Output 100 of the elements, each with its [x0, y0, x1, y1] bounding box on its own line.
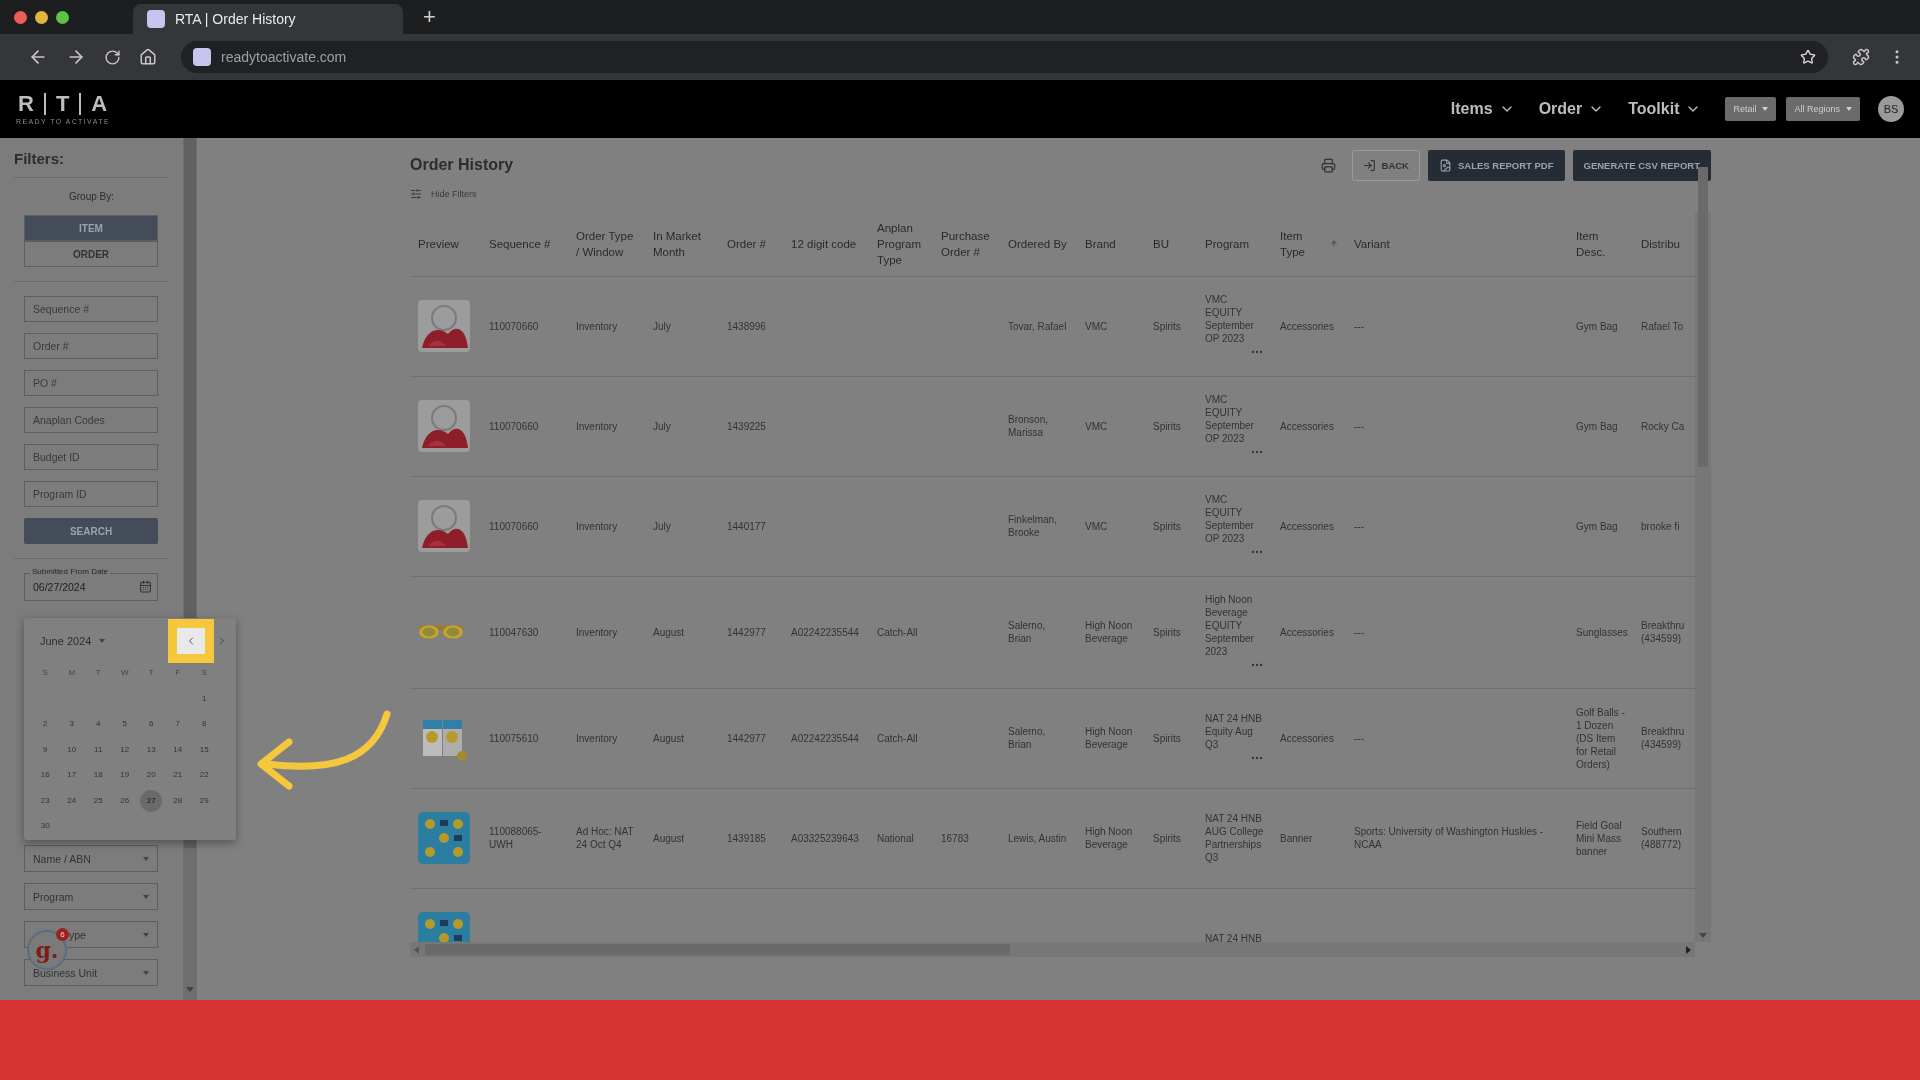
table-cell-text: High Noon Beverage EQUITY September 2023: [1205, 592, 1255, 658]
calendar-day[interactable]: 9: [34, 738, 57, 761]
calendar-day[interactable]: 6: [140, 713, 163, 735]
calendar-day[interactable]: 28: [166, 789, 189, 812]
filter-select[interactable]: Program: [24, 883, 158, 910]
minimize-window-button[interactable]: [35, 10, 48, 24]
filter-select[interactable]: Name / ABN: [24, 845, 158, 872]
table-cell-text: July: [653, 319, 672, 333]
column-header[interactable]: Preview: [410, 212, 481, 276]
action-button[interactable]: SALES REPORT PDF: [1427, 149, 1565, 181]
browser-tab[interactable]: RTA | Order History: [133, 4, 403, 34]
table-cell-text: Tovar, Rafael: [1008, 319, 1068, 333]
arrow-box-icon: [1362, 158, 1376, 172]
filter-field[interactable]: PO #: [24, 370, 158, 396]
calendar-day[interactable]: 5: [113, 713, 136, 735]
calendar-day[interactable]: 22: [193, 764, 216, 786]
maximize-window-button[interactable]: [56, 10, 69, 24]
calendar-day[interactable]: 1: [193, 687, 216, 710]
address-bar[interactable]: readytoactivate.com: [181, 41, 1828, 73]
nav-menu[interactable]: Order: [1538, 100, 1605, 118]
table-cell-text: Spirits: [1153, 319, 1182, 333]
calendar-day[interactable]: 23: [34, 789, 57, 812]
column-header[interactable]: Sequence #: [481, 212, 568, 276]
calendar-icon[interactable]: [139, 580, 152, 593]
date-field[interactable]: 06/27/2024: [24, 573, 158, 601]
table-cell-text: Inventory: [576, 419, 619, 433]
caret-icon[interactable]: [99, 639, 106, 643]
star-icon[interactable]: [1800, 49, 1816, 65]
nav-menu[interactable]: Items: [1450, 100, 1515, 118]
caret-icon: [143, 932, 149, 937]
scrollbar-thumb[interactable]: [1698, 167, 1708, 467]
hide-filters-button[interactable]: Hide Filters: [410, 188, 477, 200]
group-toggle[interactable]: ITEM: [24, 215, 158, 241]
table-cell-text: Breakthru (434599): [1641, 725, 1686, 751]
region-select[interactable]: All Regions: [1786, 97, 1860, 121]
column-header[interactable]: Purchase Order #: [933, 212, 1000, 276]
caret-icon: [1762, 107, 1769, 111]
calendar-day[interactable]: 30: [34, 815, 57, 837]
table-cell-text: Accessories: [1280, 625, 1335, 639]
calendar-day[interactable]: 29: [193, 789, 216, 812]
puzzle-icon[interactable]: [1852, 48, 1870, 66]
table-cell-text: VMC EQUITY September OP 2023: [1205, 293, 1255, 345]
table-cell-text: Rafael To: [1641, 319, 1685, 333]
table-cell-text: 16783: [941, 831, 970, 845]
table-cell-text: ---: [1354, 731, 1365, 745]
table-cell-text: Sports: University of Washington Huskies - NCAA: [1354, 825, 1545, 851]
filter-field[interactable]: Program ID: [24, 481, 158, 507]
region-select[interactable]: Retail: [1725, 97, 1777, 121]
column-header[interactable]: Item Type: [1272, 212, 1346, 276]
filter-field[interactable]: Anaplan Codes: [24, 407, 158, 433]
nav-menu[interactable]: Toolkit: [1628, 100, 1702, 118]
calendar-day[interactable]: 3: [60, 713, 83, 735]
filter-field[interactable]: Sequence #: [24, 296, 158, 322]
table-cell-text: Spirits: [1153, 419, 1182, 433]
calendar-day[interactable]: 16: [34, 764, 57, 786]
reload-icon[interactable]: [104, 48, 121, 66]
filter-field[interactable]: Order #: [24, 333, 158, 359]
column-header[interactable]: In Market Month: [645, 212, 719, 276]
column-header[interactable]: BU: [1145, 212, 1197, 276]
group-toggle[interactable]: ORDER: [24, 241, 158, 267]
calendar-day[interactable]: 10: [60, 738, 83, 761]
calendar-day[interactable]: 15: [193, 738, 216, 761]
calendar-day[interactable]: 18: [87, 764, 110, 786]
table-cell-text: Spirits: [1153, 519, 1182, 533]
column-header[interactable]: 12 digit code: [783, 212, 869, 276]
print-icon[interactable]: [1320, 157, 1336, 173]
new-tab-button[interactable]: +: [423, 4, 436, 30]
month-label[interactable]: June 2024: [40, 635, 92, 647]
home-icon[interactable]: [139, 48, 157, 66]
calendar-day[interactable]: 20: [140, 764, 163, 786]
calendar-day[interactable]: 8: [193, 713, 216, 735]
calendar-day[interactable]: 26: [113, 789, 136, 812]
column-header[interactable]: Variant: [1346, 212, 1568, 276]
caret-icon: [143, 856, 149, 861]
column-header[interactable]: Brand: [1077, 212, 1145, 276]
calendar-day[interactable]: 17: [60, 764, 83, 786]
column-header[interactable]: Anplan Program Type: [869, 212, 933, 276]
calendar-day[interactable]: 25: [87, 789, 110, 812]
calendar-day[interactable]: 11: [87, 738, 110, 761]
column-header[interactable]: Program: [1197, 212, 1272, 276]
calendar-day[interactable]: 21: [166, 764, 189, 786]
field-label: Submitted From Date: [30, 567, 111, 577]
calendar-day[interactable]: 24: [60, 789, 83, 812]
column-header[interactable]: Order #: [719, 212, 783, 276]
action-button[interactable]: GENERATE CSV REPORT: [1572, 149, 1711, 181]
calendar-day[interactable]: 4: [87, 713, 110, 735]
calendar-day[interactable]: 19: [113, 764, 136, 786]
page-title: Order History: [410, 156, 514, 174]
column-header[interactable]: Item Desc.: [1568, 212, 1637, 276]
filter-field[interactable]: Budget ID: [24, 444, 158, 470]
calendar-day[interactable]: 14: [166, 738, 189, 761]
table-cell-text: ---: [1354, 519, 1365, 533]
column-header[interactable]: Ordered By: [1000, 212, 1077, 276]
action-button[interactable]: BACK: [1351, 149, 1420, 181]
column-header[interactable]: Order Type / Window: [568, 212, 645, 276]
calendar-day[interactable]: 12: [113, 738, 136, 761]
user-avatar[interactable]: BS: [1878, 96, 1904, 122]
calendar-day[interactable]: 13: [140, 738, 163, 761]
close-window-button[interactable]: [14, 10, 27, 24]
search-button[interactable]: SEARCH: [24, 518, 158, 544]
